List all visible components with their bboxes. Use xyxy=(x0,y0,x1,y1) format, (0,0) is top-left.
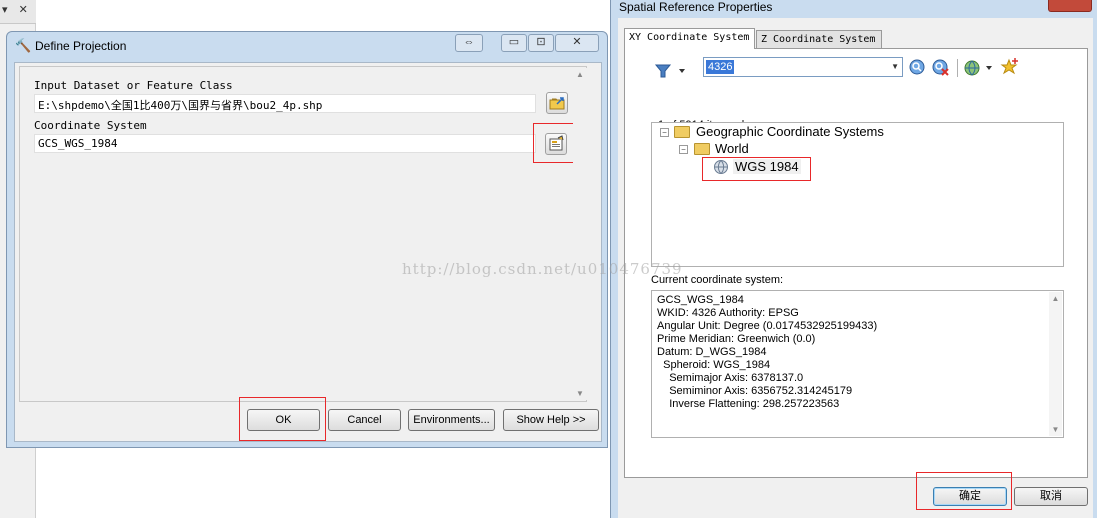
detail-line: Inverse Flattening: 298.257223563 xyxy=(657,398,840,410)
detail-line: Prime Meridian: Greenwich (0.0) xyxy=(657,333,816,345)
hammer-icon: 🔨 xyxy=(15,38,32,53)
add-favorite-button[interactable] xyxy=(1000,57,1020,77)
filter-dropdown[interactable] xyxy=(654,61,688,81)
folder-open-icon xyxy=(674,126,690,138)
globe-dropdown[interactable] xyxy=(963,58,997,78)
window-title: Spatial Reference Properties xyxy=(619,0,773,14)
minimize-button[interactable]: ▭ xyxy=(501,34,527,52)
detail-line: Angular Unit: Degree (0.0174532925199433… xyxy=(657,320,878,332)
clear-search-button[interactable] xyxy=(931,58,951,78)
define-projection-window: 🔨 Define Projection ⇔ ▭ ⊡ ✕ Input Datase… xyxy=(6,31,608,448)
close-button[interactable] xyxy=(1048,0,1092,12)
environments-button[interactable]: Environments... xyxy=(408,409,495,431)
cancel-button[interactable]: 取消 xyxy=(1014,487,1088,506)
input-dataset-field[interactable]: E:\shpdemo\全国1比400万\国界与省界\bou2_4p.shp xyxy=(34,94,536,113)
vertical-scrollbar[interactable]: ▲ ▼ xyxy=(573,68,587,400)
chevron-down-icon[interactable]: ▼ xyxy=(891,62,899,71)
show-help-button[interactable]: Show Help >> xyxy=(503,409,599,431)
collapse-toggle-icon[interactable]: − xyxy=(679,145,688,154)
current-coordinate-details: GCS_WGS_1984 WKID: 4326 Authority: EPSG … xyxy=(651,290,1064,438)
dialog-body: Input Dataset or Feature Class E:\shpdem… xyxy=(14,62,602,442)
close-button[interactable]: ✕ xyxy=(555,34,599,52)
detail-line: WKID: 4326 Authority: EPSG xyxy=(657,307,799,319)
browse-folder-button[interactable] xyxy=(546,92,568,114)
clear-search-icon xyxy=(932,59,949,76)
ok-button[interactable]: OK xyxy=(247,409,320,431)
spatial-reference-properties-button[interactable] xyxy=(545,133,567,155)
input-dataset-label: Input Dataset or Feature Class xyxy=(34,79,233,92)
globe-icon xyxy=(714,160,728,174)
properties-icon xyxy=(549,135,564,151)
detail-line: Semiminor Axis: 6356752.314245179 xyxy=(657,385,853,397)
parameters-pane: Input Dataset or Feature Class E:\shpdem… xyxy=(19,66,587,402)
spatial-reference-window: Spatial Reference Properties XY Coordina… xyxy=(610,0,1097,518)
search-icon xyxy=(909,59,925,75)
tab-xy-coordinate-system[interactable]: XY Coordinate System xyxy=(624,28,755,49)
star-add-icon xyxy=(1000,58,1018,75)
tab-z-coordinate-system[interactable]: Z Coordinate System xyxy=(756,30,882,48)
window-title: Define Projection xyxy=(35,39,127,53)
search-input[interactable]: 4326 xyxy=(706,60,735,74)
folder-open-icon xyxy=(694,143,710,155)
globe-icon xyxy=(964,60,992,76)
detail-line: GCS_WGS_1984 xyxy=(657,294,744,306)
open-folder-icon xyxy=(549,97,565,110)
scroll-down-icon[interactable]: ▼ xyxy=(573,389,587,398)
toolbar-separator xyxy=(957,59,958,77)
tree-node-world[interactable]: World xyxy=(715,141,749,156)
detail-line: Datum: D_WGS_1984 xyxy=(657,346,767,358)
blog-watermark: http://blog.csdn.net/u010476739 xyxy=(402,260,683,278)
confirm-button[interactable]: 确定 xyxy=(933,487,1007,506)
vertical-scrollbar[interactable]: ▲ ▼ xyxy=(1049,292,1062,436)
collapse-toggle-icon[interactable]: − xyxy=(660,128,669,137)
search-combobox[interactable]: 4326 ▼ xyxy=(703,57,903,77)
coordinate-system-field[interactable]: GCS_WGS_1984 xyxy=(34,134,536,153)
coordinate-system-tree[interactable]: − Geographic Coordinate Systems − World … xyxy=(651,122,1064,267)
search-button[interactable] xyxy=(908,58,928,78)
scroll-up-icon[interactable]: ▲ xyxy=(1049,294,1062,303)
move-button[interactable]: ⇔ xyxy=(455,34,483,52)
background-corner-controls[interactable]: ▾ ✕ xyxy=(0,0,36,24)
scroll-down-icon[interactable]: ▼ xyxy=(1049,425,1062,434)
restore-button[interactable]: ⊡ xyxy=(528,34,554,52)
detail-line: Spheroid: WGS_1984 xyxy=(657,359,771,371)
tree-node-geographic[interactable]: Geographic Coordinate Systems xyxy=(696,124,884,139)
filter-icon xyxy=(654,64,685,78)
scroll-up-icon[interactable]: ▲ xyxy=(573,70,587,79)
coordinate-system-label: Coordinate System xyxy=(34,119,147,132)
dialog-body: XY Coordinate System Z Coordinate System… xyxy=(618,18,1093,518)
detail-line: Semimajor Axis: 6378137.0 xyxy=(657,372,804,384)
cancel-button[interactable]: Cancel xyxy=(328,409,401,431)
tree-node-wgs-1984[interactable]: WGS 1984 xyxy=(733,159,801,174)
